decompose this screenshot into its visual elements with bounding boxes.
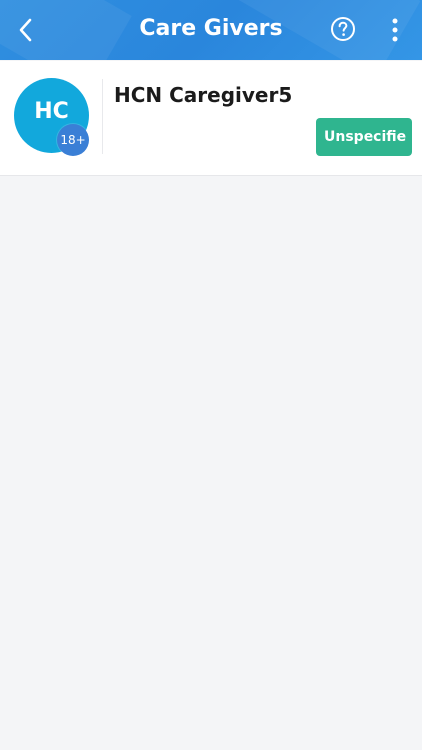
card-divider <box>102 79 103 154</box>
more-options-button[interactable] <box>383 14 407 46</box>
help-button[interactable] <box>330 16 356 42</box>
chevron-left-icon <box>19 18 32 42</box>
help-circle-icon <box>331 17 355 41</box>
more-vertical-icon <box>392 18 398 42</box>
care-givers-screen: Care Givers HC 18+ HCN Caregiver5 Unspec… <box>0 0 422 750</box>
caregiver-card[interactable]: HC 18+ HCN Caregiver5 Unspecifie <box>0 61 422 176</box>
age-group-badge: 18+ <box>57 124 89 156</box>
avatar-initials: HC <box>34 99 69 124</box>
back-button[interactable] <box>6 10 46 50</box>
status-badge[interactable]: Unspecifie <box>316 118 412 156</box>
caregiver-name: HCN Caregiver5 <box>114 83 293 107</box>
app-header: Care Givers <box>0 0 422 60</box>
